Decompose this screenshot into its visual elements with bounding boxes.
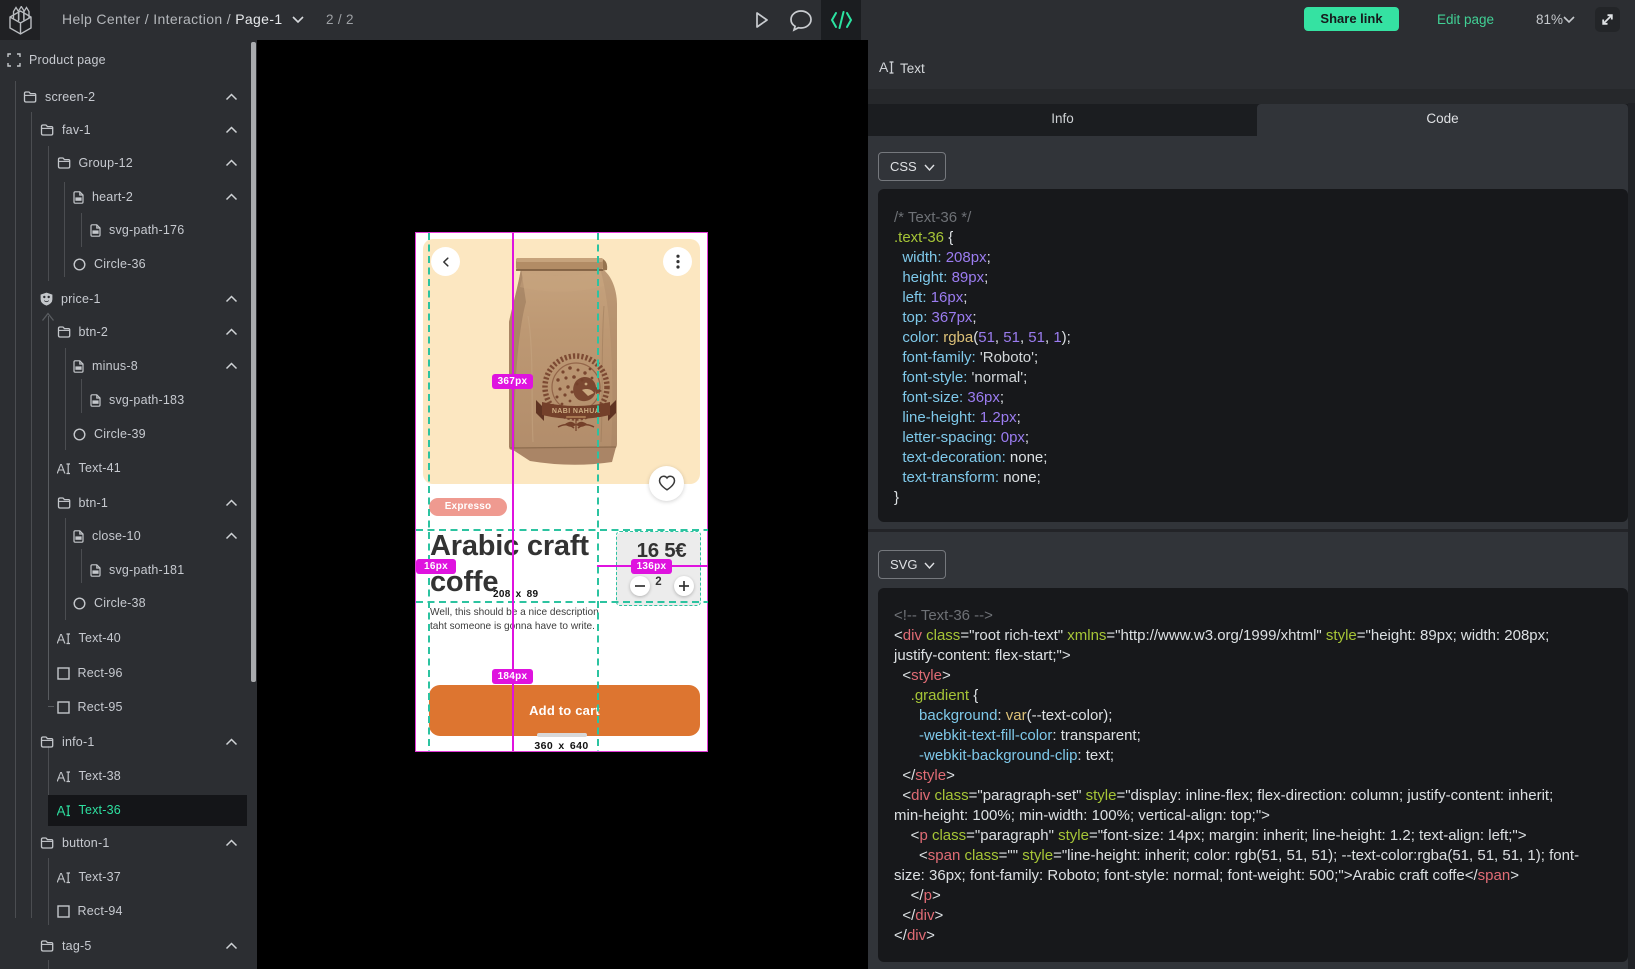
svg-text:NABI NAHUA: NABI NAHUA — [552, 408, 600, 415]
svg-text:A: A — [57, 871, 66, 884]
svg-text:A: A — [57, 804, 66, 817]
svg-text:A: A — [879, 60, 889, 75]
svg-text:A: A — [57, 770, 66, 783]
svg-text:A: A — [57, 462, 66, 475]
svg-text:A: A — [57, 632, 66, 645]
